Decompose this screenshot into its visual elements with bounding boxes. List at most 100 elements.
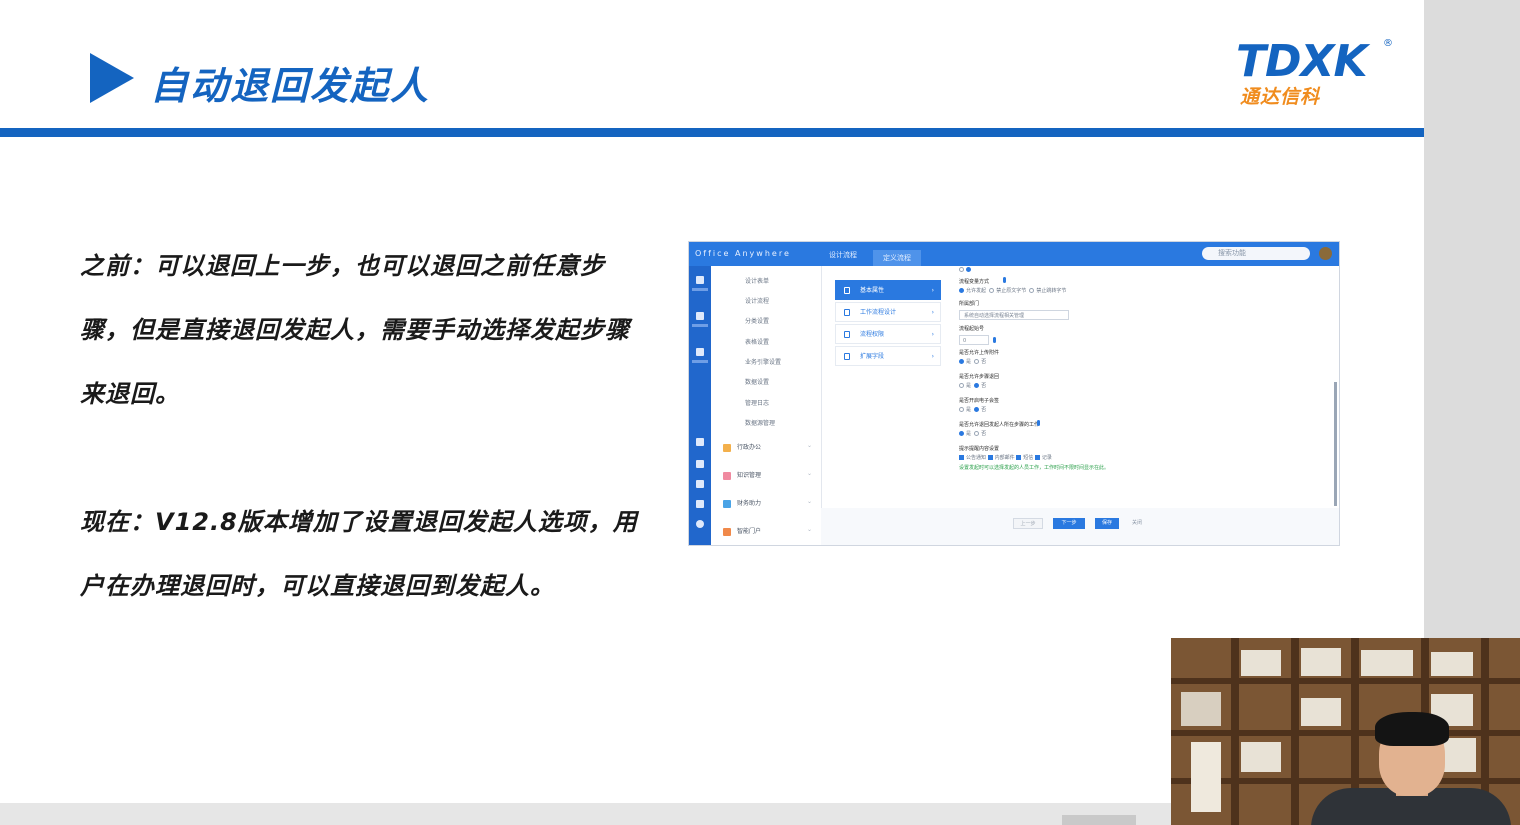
chevron-right-icon: › [931, 309, 934, 316]
sidebar-item[interactable]: 设计流程 [745, 296, 769, 305]
save-button[interactable]: 保存 [1095, 518, 1119, 529]
option-label: 是 [966, 431, 972, 437]
sidebar-group[interactable]: 财务助力 ⌄ [723, 498, 812, 508]
shirt-icon[interactable] [696, 500, 704, 508]
option-label: 禁止跳转字节 [1036, 288, 1067, 294]
checkbox[interactable] [987, 455, 993, 460]
document-icon [844, 309, 850, 316]
field-label: 是否允许上传附件 [959, 350, 1000, 356]
settings-icon [844, 287, 850, 294]
chevron-down-icon: ⌄ [807, 442, 813, 449]
close-button[interactable]: 关闭 [1127, 518, 1147, 529]
oa-search-input[interactable]: 搜索功能 [1202, 247, 1310, 260]
file-icon[interactable] [696, 460, 704, 468]
menu-item-permission[interactable]: 流程权限 › [835, 324, 941, 344]
logo-chinese-name: 通达信科 [1240, 86, 1321, 108]
company-logo: TDXK ® 通达信科 [1236, 38, 1394, 109]
chevron-right-icon: › [931, 353, 934, 360]
radio[interactable] [974, 407, 980, 412]
chevron-right-icon: › [931, 287, 934, 294]
radio-group[interactable]: 允许发起 禁止原文字节 禁止跳转字节 [959, 287, 1066, 294]
shelf [1171, 730, 1520, 736]
radio[interactable] [974, 359, 980, 364]
sidebar-item[interactable]: 数据设置 [745, 377, 769, 386]
radio-group[interactable] [959, 267, 973, 273]
radio[interactable] [974, 383, 980, 388]
start-number-input[interactable]: 0 [959, 335, 989, 345]
hint-text: 设置发起时可以选择发起的人员工作，工作时间不限时间显示在此。 [959, 465, 1110, 471]
option-label: 内部邮件 [994, 455, 1015, 461]
sidebar-item[interactable]: 设计表单 [745, 276, 769, 285]
radio[interactable] [966, 267, 971, 272]
scrollbar[interactable] [1334, 382, 1337, 506]
radio[interactable] [959, 359, 964, 364]
radio[interactable] [959, 267, 964, 272]
chevron-down-icon: ⌄ [807, 498, 813, 505]
sidebar-item[interactable]: 分类设置 [745, 316, 769, 325]
certificate [1361, 650, 1413, 676]
sidebar-group[interactable]: 知识管理 ⌄ [723, 470, 812, 480]
download-icon[interactable] [696, 480, 704, 488]
rail-label [692, 324, 708, 327]
message-icon[interactable] [696, 438, 704, 446]
oa-flow-menu: 基本属性 › 工作流程设计 › 流程权限 › 扩展字段 › [835, 280, 941, 370]
menu-item-label: 基本属性 [860, 287, 885, 294]
checkbox[interactable] [959, 455, 964, 460]
sidebar-group[interactable]: 智能门户 ⌄ [723, 526, 812, 536]
radio[interactable] [1029, 288, 1035, 293]
right-gutter [1424, 0, 1520, 640]
menu-item-label: 工作流程设计 [860, 309, 897, 316]
next-button[interactable]: 下一步 [1053, 518, 1085, 529]
rail-label [692, 360, 708, 363]
sidebar-group-label: 知识管理 [737, 472, 762, 479]
sidebar-item[interactable]: 表格设置 [745, 337, 769, 346]
field-label: 提示提醒内容设置 [959, 446, 1000, 452]
radio[interactable] [989, 288, 995, 293]
shelf-divider [1231, 638, 1239, 825]
checkbox-group[interactable]: 公告通知 内部邮件 短信 记录 [959, 454, 1052, 461]
sidebar-item[interactable]: 管理日志 [745, 398, 769, 407]
sidebar-item[interactable]: 数据源管理 [745, 418, 775, 427]
org-icon[interactable] [696, 312, 704, 320]
oa-tab-define[interactable]: 定义流程 [873, 250, 921, 266]
oa-tab-design[interactable]: 设计流程 [829, 250, 857, 260]
field-label: 流程起始号 [959, 326, 985, 332]
menu-item-basic[interactable]: 基本属性 › [835, 280, 941, 300]
more-icon[interactable] [696, 520, 704, 528]
chevron-down-icon: ⌄ [807, 526, 813, 533]
radio-group[interactable]: 是 否 [959, 406, 986, 413]
checkbox[interactable] [1016, 455, 1022, 460]
chevron-down-icon: ⌄ [807, 470, 813, 477]
checkbox[interactable] [1034, 455, 1040, 460]
logo-registered-mark: ® [1383, 38, 1393, 49]
certificate [1301, 698, 1341, 726]
certificate [1431, 652, 1473, 676]
avatar[interactable] [1319, 247, 1332, 260]
radio[interactable] [959, 288, 964, 293]
sidebar-item[interactable]: 业务引擎设置 [745, 357, 781, 366]
prev-button[interactable]: 上一步 [1013, 518, 1043, 529]
radio[interactable] [959, 431, 964, 436]
before-paragraph: 之前：可以退回上一步，也可以退回之前任意步骤，但是直接退回发起人，需要手动选择发… [80, 252, 630, 408]
radio[interactable] [959, 407, 964, 412]
radio[interactable] [959, 383, 964, 388]
department-select[interactable]: 系统自动选择流程相关管理 [959, 310, 1069, 320]
grid-icon[interactable] [696, 276, 704, 284]
sidebar-group[interactable]: 行政办公 ⌄ [723, 442, 812, 452]
chevron-right-icon: › [931, 331, 934, 338]
chat-icon[interactable] [696, 348, 704, 356]
option-label: 否 [981, 431, 987, 437]
radio[interactable] [974, 431, 980, 436]
radio-group[interactable]: 是 否 [959, 358, 986, 365]
pin-icon [1003, 277, 1006, 283]
pin-icon [993, 337, 996, 343]
menu-item-design[interactable]: 工作流程设计 › [835, 302, 941, 322]
scroll-thumb[interactable] [1062, 815, 1136, 825]
certificate [1301, 648, 1341, 676]
option-label: 公告通知 [966, 455, 987, 461]
radio-group[interactable]: 是 否 [959, 382, 986, 389]
return-to-initiator-radio-group[interactable]: 是 否 [959, 430, 986, 437]
book-icon [723, 471, 731, 480]
menu-item-extend[interactable]: 扩展字段 › [835, 346, 941, 366]
play-arrow-icon [90, 53, 134, 103]
